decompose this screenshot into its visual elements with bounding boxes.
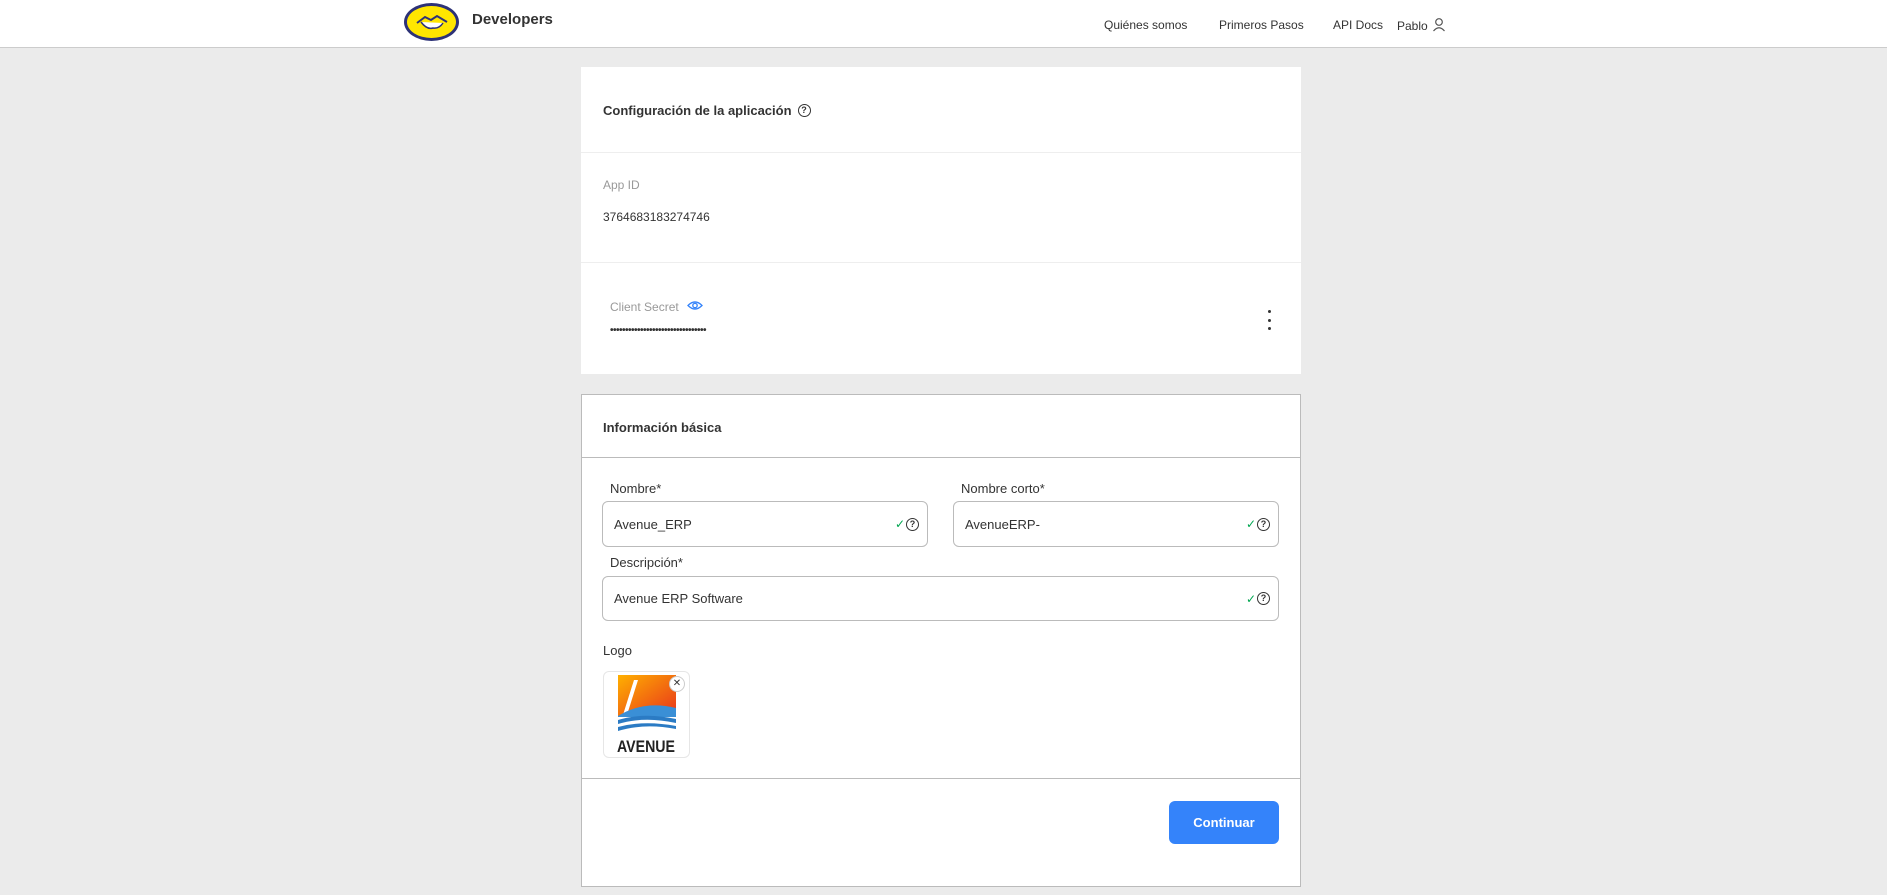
check-icon: ✓ (1245, 517, 1256, 531)
app-id-label: App ID (603, 178, 640, 192)
user-icon (1432, 17, 1446, 35)
short-name-input[interactable] (965, 502, 1246, 546)
divider (581, 152, 1301, 153)
continue-button[interactable]: Continuar (1169, 801, 1279, 844)
nav-primeros-pasos[interactable]: Primeros Pasos (1219, 18, 1304, 32)
info-title: Información básica (603, 420, 722, 435)
client-secret-value: •••••••••••••••••••••••••••••••• (610, 325, 707, 336)
user-name: Pablo (1397, 19, 1428, 33)
more-vertical-icon[interactable] (1264, 310, 1274, 330)
handshake-icon (404, 3, 459, 41)
app-config-card: Configuración de la aplicación ? App ID … (581, 67, 1301, 374)
check-icon: ✓ (1245, 591, 1256, 606)
description-field[interactable]: ✓ ? (602, 576, 1279, 621)
nav-quienes-somos[interactable]: Quiénes somos (1104, 18, 1187, 32)
short-name-label: Nombre corto* (961, 481, 1045, 496)
user-menu[interactable]: Pablo (1397, 17, 1446, 35)
name-field[interactable]: ✓ ? (602, 501, 928, 547)
divider (582, 457, 1300, 458)
help-icon[interactable]: ? (1257, 592, 1270, 605)
mercadolibre-logo[interactable] (404, 3, 459, 41)
divider (582, 778, 1300, 779)
help-icon[interactable]: ? (1257, 517, 1270, 531)
divider (581, 262, 1301, 263)
check-icon: ✓ (894, 517, 905, 531)
help-icon[interactable]: ? (797, 104, 811, 117)
name-input[interactable] (614, 502, 895, 546)
config-title: Configuración de la aplicación ? (603, 103, 811, 118)
name-label: Nombre* (610, 481, 662, 496)
short-name-field[interactable]: ✓ ? (953, 501, 1279, 547)
config-title-text: Configuración de la aplicación (603, 103, 792, 118)
client-secret-label-row: Client Secret (610, 300, 703, 314)
help-icon[interactable]: ? (906, 517, 919, 531)
top-header: Developers Quiénes somos Primeros Pasos … (0, 0, 1887, 48)
logo-text: AVENUE (617, 737, 675, 756)
description-label: Descripción* (610, 555, 683, 570)
app-id-value: 3764683183274746 (603, 210, 710, 224)
description-input[interactable] (614, 577, 1246, 620)
logo-label: Logo (603, 643, 632, 658)
client-secret-label: Client Secret (610, 300, 679, 314)
brand-title: Developers (472, 11, 553, 28)
app-logo-preview: AVENUE ✕ (603, 671, 690, 758)
eye-icon[interactable] (686, 300, 703, 314)
basic-info-card: Información básica Nombre* ✓ ? Nombre co… (581, 394, 1301, 887)
nav-api-docs[interactable]: API Docs (1333, 18, 1383, 32)
close-icon[interactable]: ✕ (669, 676, 685, 692)
